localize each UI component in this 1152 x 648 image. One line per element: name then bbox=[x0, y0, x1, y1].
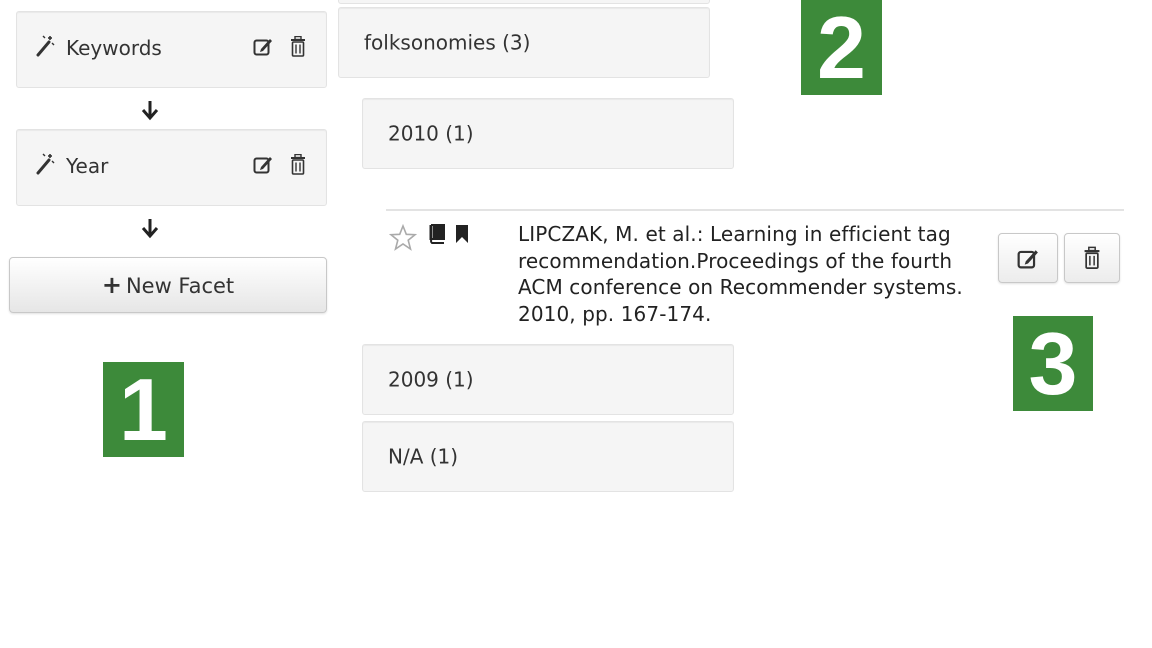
plus-icon: + bbox=[101, 271, 122, 299]
new-facet-label: New Facet bbox=[125, 274, 235, 298]
book-icon[interactable] bbox=[427, 224, 445, 244]
facet-keywords-label: Keywords bbox=[66, 36, 162, 60]
value-2009[interactable]: 2009 (1) bbox=[362, 344, 734, 415]
trash-icon[interactable] bbox=[290, 36, 306, 57]
arrow-down-icon bbox=[141, 101, 159, 121]
value-2009-label: 2009 (1) bbox=[388, 367, 474, 392]
facet-year[interactable]: Year bbox=[16, 129, 327, 206]
value-2010-label: 2010 (1) bbox=[388, 121, 474, 146]
callout-2-number: 2 bbox=[817, 0, 866, 97]
value-folksonomies-label: folksonomies (3) bbox=[364, 30, 531, 55]
callout-2: 2 bbox=[801, 0, 882, 95]
value-2010[interactable]: 2010 (1) bbox=[362, 98, 734, 169]
value-na[interactable]: N/A (1) bbox=[362, 421, 734, 492]
edit-publication-button[interactable] bbox=[998, 233, 1058, 283]
trash-icon[interactable] bbox=[290, 154, 306, 175]
citation-line: 2010, pp. 167-174. bbox=[518, 301, 712, 326]
delete-publication-button[interactable] bbox=[1064, 233, 1120, 283]
edit-icon[interactable] bbox=[253, 36, 273, 56]
citation-line: LIPCZAK, M. et al.: Learning in efficien… bbox=[518, 222, 951, 246]
citation-line: recommendation.Proceedings of the fourth bbox=[518, 248, 953, 273]
bookmark-icon[interactable] bbox=[455, 224, 469, 244]
value-na-label: N/A (1) bbox=[388, 444, 459, 469]
arrow-down-icon bbox=[141, 219, 159, 239]
citation-line: ACM conference on Recommender systems. bbox=[518, 275, 963, 299]
trash-icon bbox=[1084, 246, 1100, 269]
new-facet-button[interactable]: + New Facet bbox=[9, 257, 327, 313]
publication-divider bbox=[386, 209, 1124, 211]
magic-wand-icon bbox=[36, 153, 55, 175]
edit-icon bbox=[1017, 250, 1038, 269]
callout-3-number: 3 bbox=[1028, 314, 1078, 413]
value-folksonomies[interactable]: folksonomies (3) bbox=[338, 7, 710, 78]
callout-1: 1 bbox=[103, 362, 184, 457]
callout-3: 3 bbox=[1013, 316, 1093, 411]
facet-keywords[interactable]: Keywords bbox=[16, 11, 327, 88]
publication-citation[interactable]: LIPCZAK, M. et al.: Learning in efficien… bbox=[518, 221, 988, 329]
magic-wand-icon bbox=[36, 35, 55, 57]
callout-1-number: 1 bbox=[119, 360, 168, 459]
star-icon[interactable] bbox=[389, 224, 417, 252]
facet-year-label: Year bbox=[66, 154, 109, 178]
edit-icon[interactable] bbox=[253, 154, 273, 174]
partial-well-edge bbox=[338, 0, 710, 4]
